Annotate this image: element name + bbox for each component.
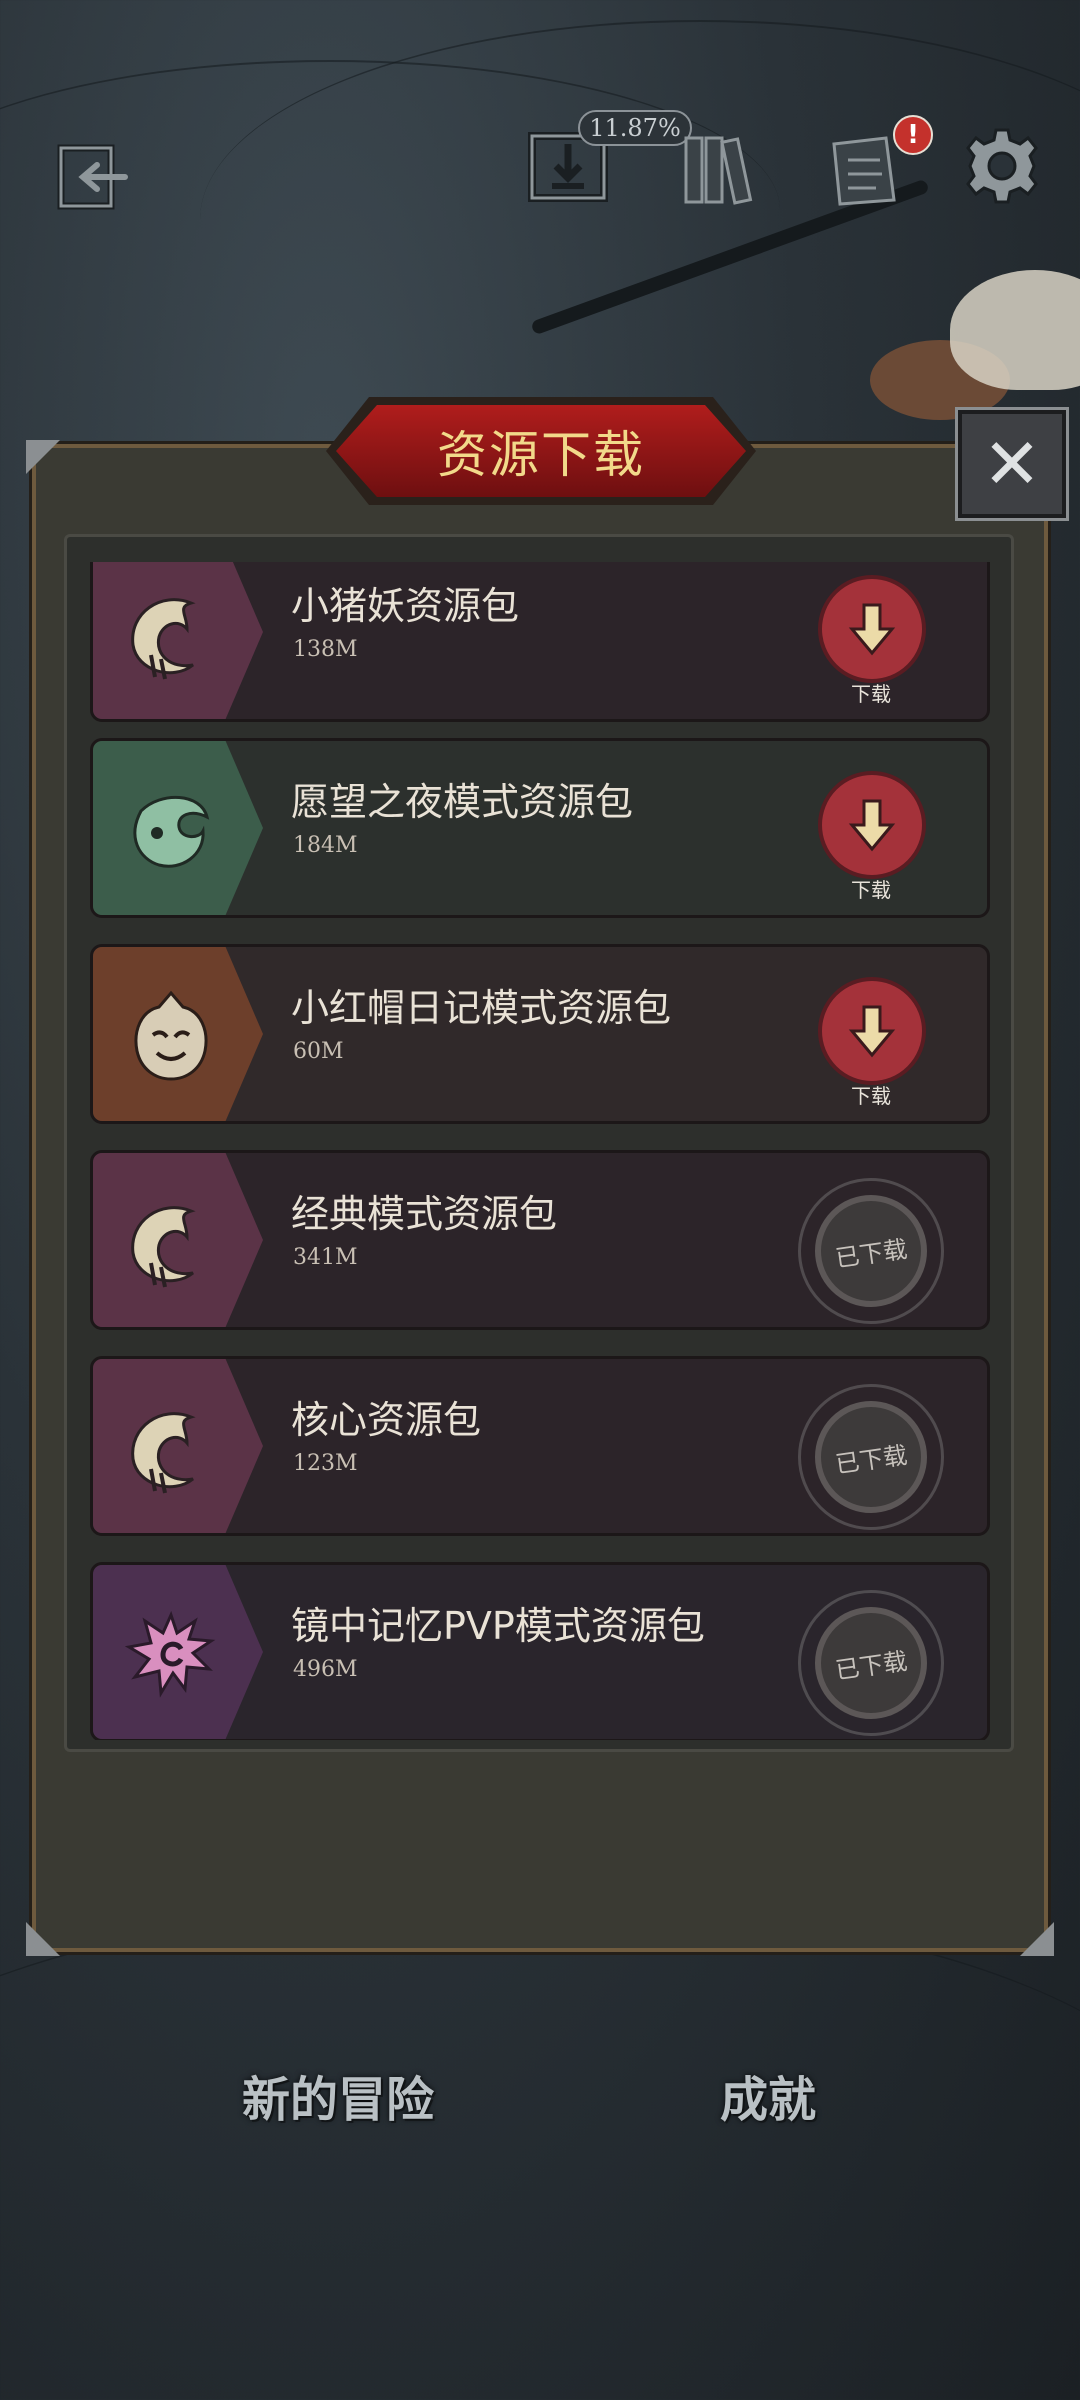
dialog-title: 资源下载 — [437, 426, 645, 484]
pack-size: 496M — [293, 1657, 358, 1682]
pack-name: 核心资源包 — [291, 1398, 482, 1442]
notes-icon[interactable] — [824, 130, 904, 210]
pack-name: 小猪妖资源包 — [291, 584, 520, 628]
pack-item: 小红帽日记模式资源包 60M 下载 — [90, 944, 990, 1124]
download-button[interactable] — [818, 977, 926, 1085]
pack-size: 123M — [293, 1451, 358, 1476]
spiky-spiral-icon — [124, 1610, 216, 1698]
pack-item: 愿望之夜模式资源包 184M 下载 — [90, 738, 990, 918]
pack-item: 镜中记忆PVP模式资源包 496M 已下载 — [90, 1562, 990, 1740]
pack-size: 184M — [293, 833, 358, 858]
downloaded-label: 已下载 — [833, 1440, 909, 1479]
exit-icon[interactable] — [55, 140, 135, 220]
pack-item: 核心资源包 123M 已下载 — [90, 1356, 990, 1536]
downloaded-stamp: 已下载 — [798, 1384, 944, 1530]
downloaded-label: 已下载 — [833, 1234, 909, 1273]
title-plate: 资源下载 — [336, 405, 746, 497]
pack-name: 愿望之夜模式资源包 — [291, 780, 634, 824]
moon-spiral-icon — [131, 1412, 196, 1494]
download-arrow-icon — [848, 799, 896, 852]
download-button[interactable] — [818, 575, 926, 683]
close-icon: ✕ — [982, 423, 1042, 505]
close-button[interactable]: ✕ — [955, 407, 1069, 521]
pack-item: 小猪妖资源包 138M 下载 — [90, 562, 990, 722]
pack-name: 小红帽日记模式资源包 — [291, 986, 672, 1030]
achievements-button[interactable]: 成就 — [720, 2060, 816, 2130]
pack-size: 138M — [293, 637, 358, 662]
new-adventure-button[interactable]: 新的冒险 — [242, 2060, 434, 2130]
pack-name: 镜中记忆PVP模式资源包 — [291, 1604, 705, 1648]
pack-size: 341M — [293, 1245, 358, 1270]
leaf-spiral-icon — [133, 796, 210, 868]
pack-name: 经典模式资源包 — [291, 1192, 558, 1236]
download-arrow-icon — [848, 1005, 896, 1058]
pack-size: 60M — [293, 1039, 344, 1064]
downloaded-stamp: 已下载 — [798, 1178, 944, 1324]
moon-spiral-icon — [131, 1206, 196, 1288]
download-progress-badge: 11.87% — [578, 110, 692, 146]
notification-badge: ! — [893, 115, 933, 155]
download-label: 下载 — [851, 682, 891, 706]
hooded-mask-icon — [134, 990, 208, 1081]
download-button[interactable] — [818, 771, 926, 879]
pack-item: 经典模式资源包 341M 已下载 — [90, 1150, 990, 1330]
download-label: 下载 — [851, 878, 891, 902]
downloaded-label: 已下载 — [833, 1646, 909, 1685]
library-icon[interactable] — [680, 130, 760, 210]
resource-pack-list[interactable]: 小猪妖资源包 138M 下载 愿望之夜模式资源包 184M 下载 小红帽日记模式… — [90, 562, 990, 1740]
settings-gear-icon[interactable] — [962, 126, 1042, 206]
downloaded-stamp: 已下载 — [798, 1590, 944, 1736]
moon-spiral-icon — [131, 598, 196, 680]
download-label: 下载 — [851, 1084, 891, 1108]
download-arrow-icon — [848, 603, 896, 656]
